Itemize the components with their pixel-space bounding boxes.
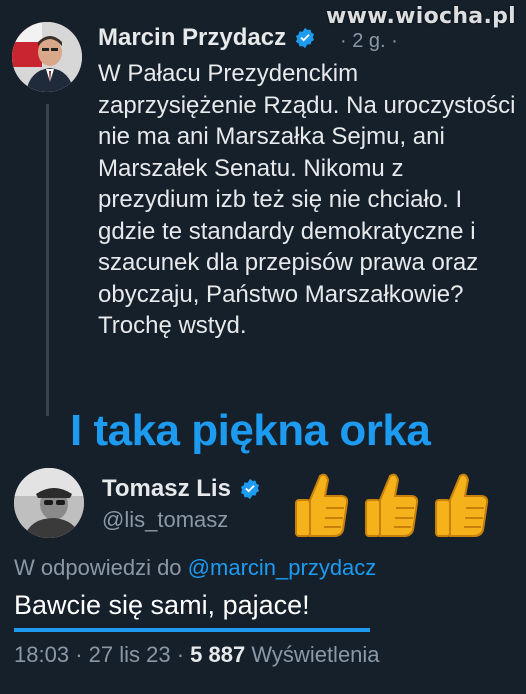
reply-to-mention[interactable]: @marcin_przydacz [188,555,377,580]
author-name-row: Marcin Przydacz [98,24,316,52]
verified-badge-icon [294,27,316,49]
separator-dot: · [75,642,83,667]
views-count: 5 887 [190,642,246,667]
reply-author-name[interactable]: Tomasz Lis [102,475,231,503]
reply-to-prefix: W odpowiedzi do [14,555,182,580]
highlight-underline [14,628,370,632]
reply-handle[interactable]: @lis_tomasz [102,507,228,533]
reply-avatar[interactable] [14,468,84,538]
overlay-caption: I taka piękna orka [70,406,431,455]
reply-author-row: Tomasz Lis [102,475,261,503]
avatar[interactable] [12,22,82,92]
reply-context: W odpowiedzi do @marcin_przydacz [14,555,376,581]
thumbs-up-icon [432,470,490,540]
thumbs-up-icon [362,470,420,540]
reply-date[interactable]: 27 lis 23 [89,642,171,667]
thumbs-up-icon [292,470,350,540]
views-label: Wyświetlenia [251,642,380,667]
thread-line [46,104,49,416]
author-name[interactable]: Marcin Przydacz [98,24,286,52]
separator-dot: · [176,642,185,667]
tweet-text: W Pałacu Prezydenckim zaprzysiężenie Rzą… [98,60,516,339]
reply-text: Bawcie się sami, pajace! [14,590,310,620]
verified-badge-icon [239,478,261,500]
tweet-meta: · 2 g. · [340,30,398,52]
original-tweet[interactable]: Marcin Przydacz · 2 g. · W Pałacu Prezyd… [0,0,526,440]
reply-time[interactable]: 18:03 [14,642,69,667]
reply-footer: 18:03 · 27 lis 23 · 5 887 Wyświetlenia [14,642,380,668]
